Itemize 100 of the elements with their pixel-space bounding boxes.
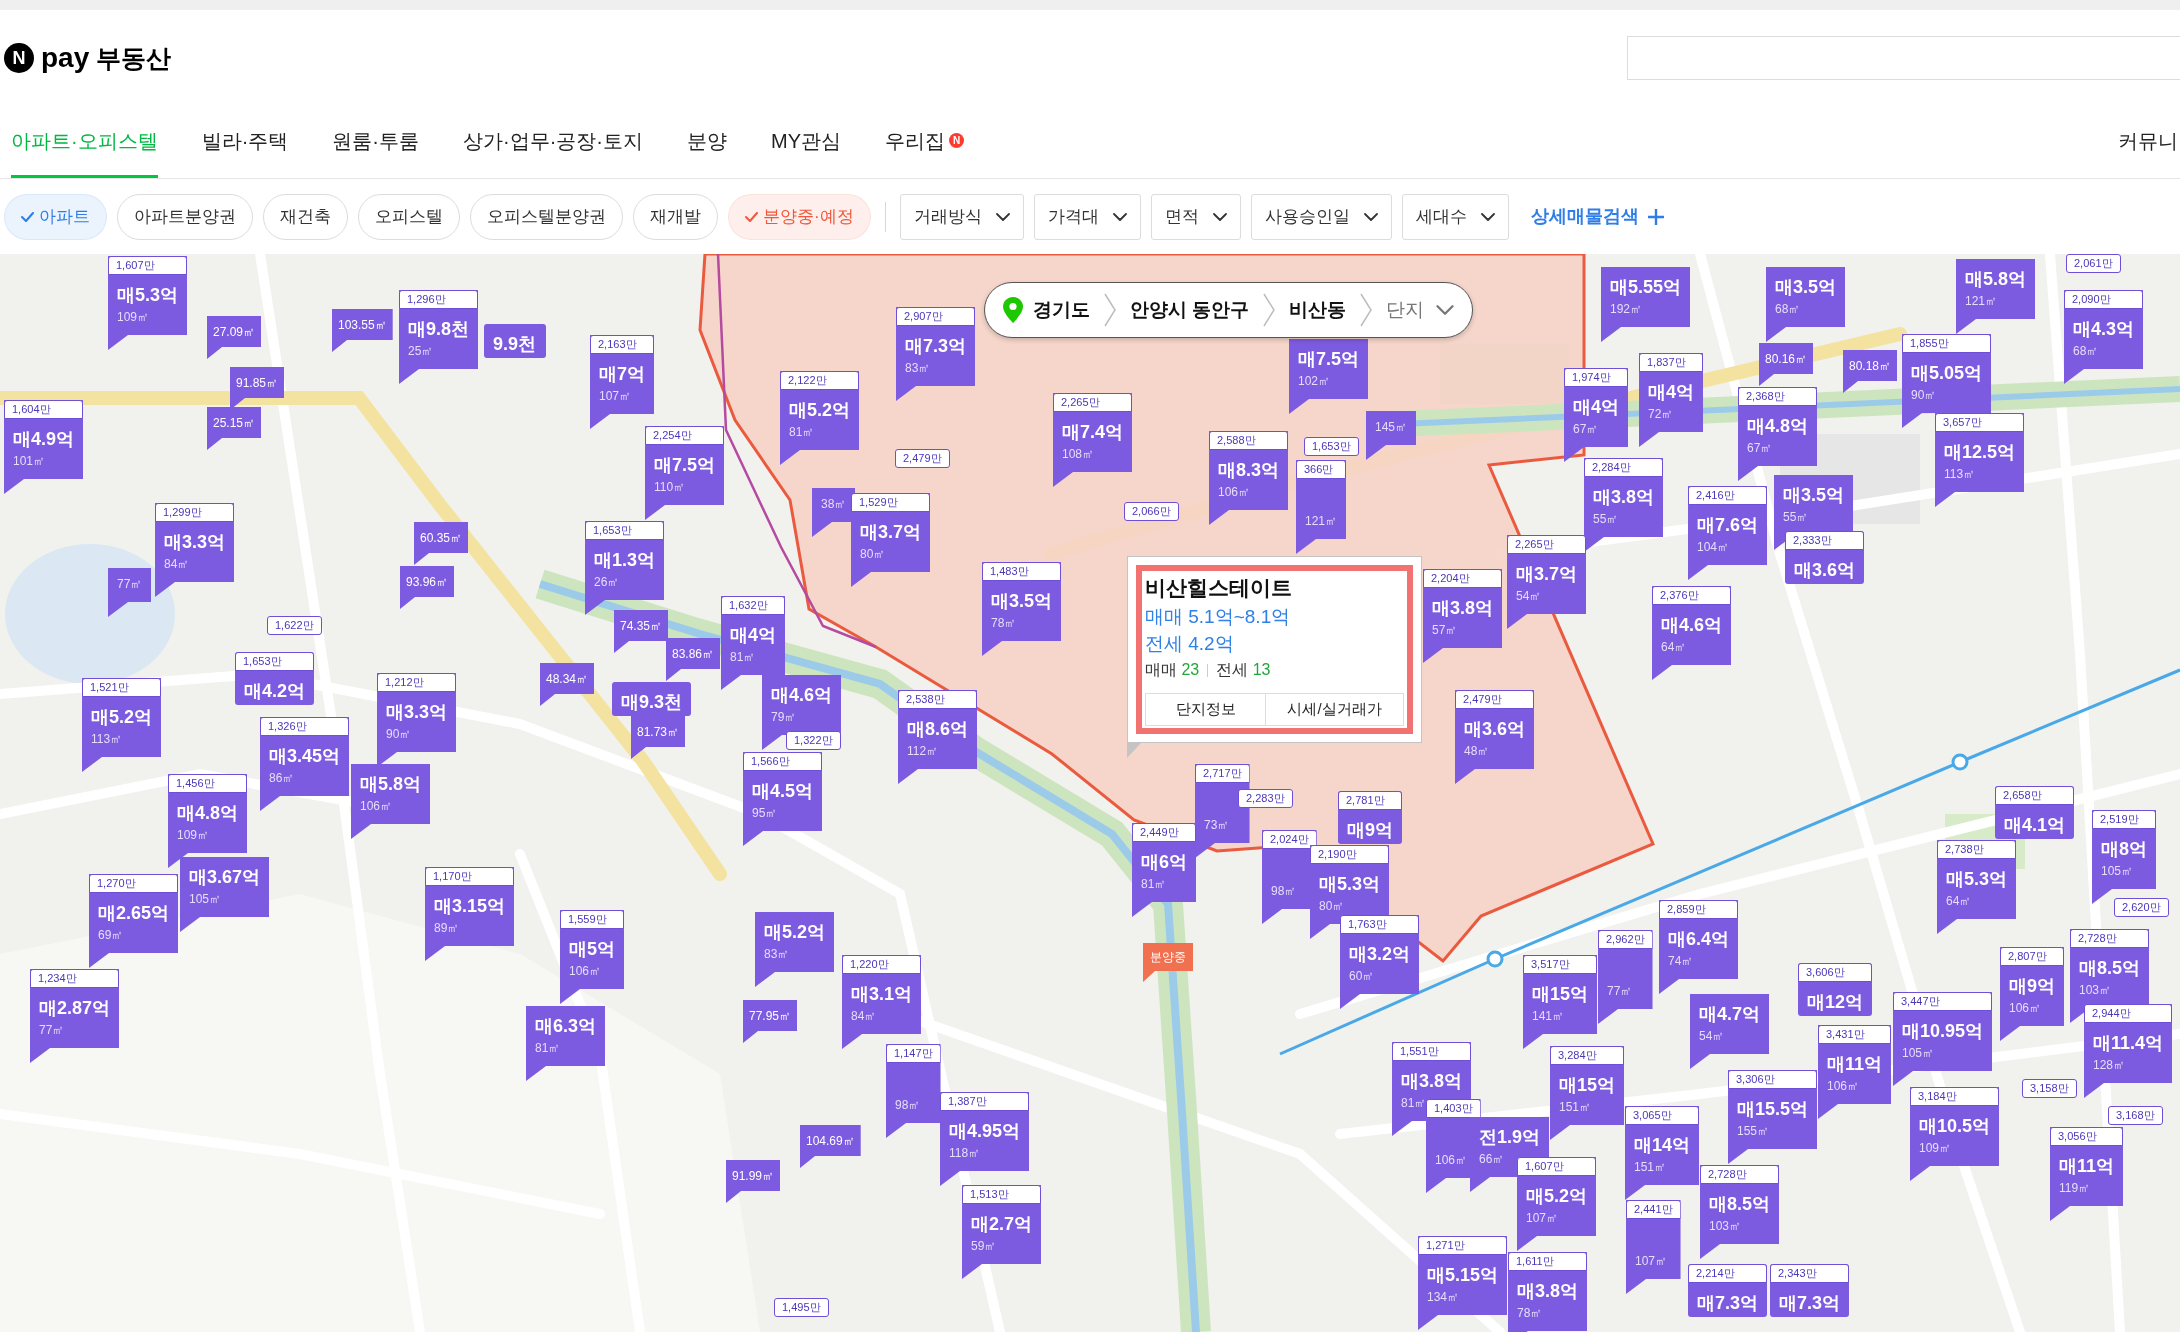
filter-chip[interactable]: 아파트분양권 — [117, 193, 253, 240]
filter-chip[interactable]: 재개발 — [633, 193, 718, 240]
price-text: 매5.8억 — [1965, 268, 2027, 291]
price-text: 매15억 — [1559, 1074, 1616, 1097]
breadcrumb-item[interactable]: 안양시 동안구 — [1130, 295, 1250, 325]
area-text: 64㎡ — [1946, 893, 1972, 910]
price-text: 매3.7억 — [1516, 563, 1578, 586]
popup-button[interactable]: 시세/실거래가 — [1266, 693, 1404, 726]
unit-price-text: 2,214만 — [1696, 1267, 1735, 1280]
area-text: 67㎡ — [1573, 421, 1599, 438]
filter-dropdown[interactable]: 사용승인일 — [1250, 193, 1392, 240]
price-text: 매5.3억 — [1946, 868, 2008, 891]
search-field[interactable] — [1627, 36, 2180, 80]
price-marker[interactable]: 2,781만 매9억 — [1338, 791, 1402, 844]
price-text: 매5.8억 — [360, 773, 422, 796]
price-marker[interactable]: 2,620만 — [2114, 898, 2169, 917]
nav-tab[interactable]: 우리집 N — [885, 106, 964, 178]
price-marker[interactable]: 3,168만 — [2108, 1106, 2163, 1125]
complex-dropdown[interactable]: 단지 — [1386, 295, 1455, 325]
unit-price-text: 2,962만 — [1606, 933, 1645, 946]
area-text: 102㎡ — [1298, 373, 1331, 390]
nav-tab[interactable]: 상가·업무·공장·토지 — [463, 106, 643, 178]
price-text: 매4.95억 — [949, 1120, 1021, 1143]
price-text: 매6.4억 — [1668, 928, 1730, 951]
filter-chip[interactable]: 오피스텔 — [358, 193, 460, 240]
nav-tab[interactable]: 빌라·주택 — [201, 106, 289, 178]
area-text: 48㎡ — [1464, 743, 1490, 760]
chevron-right-icon — [1263, 293, 1276, 327]
nav-tab[interactable]: 분양 — [687, 106, 727, 178]
price-text: 매9억 — [2009, 975, 2055, 998]
unit-price-text: 2,343만 — [1778, 1267, 1817, 1280]
price-marker[interactable]: 2,061만 — [2066, 254, 2121, 273]
area-text: 113㎡ — [1944, 466, 1976, 483]
price-text: 매3.67억 — [189, 866, 261, 889]
price-marker[interactable]: 9.9천 — [484, 324, 546, 358]
unit-price-text: 2,333만 — [1793, 534, 1832, 547]
price-text: 전1.9억 — [1479, 1126, 1541, 1149]
nav-tab[interactable]: 커뮤니 — [2118, 106, 2178, 178]
price-text: 매7.6억 — [1697, 514, 1759, 537]
logo-link[interactable]: N pay 부동산 — [4, 43, 172, 73]
filter-dropdown[interactable]: 면적 — [1150, 193, 1241, 240]
area-text: 145㎡ — [1375, 419, 1408, 436]
filter-dropdown[interactable]: 거래방식 — [899, 193, 1024, 240]
price-marker[interactable]: 3,606만 매12억 — [1798, 963, 1873, 1016]
breadcrumb-item[interactable]: 경기도 — [1033, 295, 1090, 325]
price-marker[interactable]: 2,283만 — [1238, 789, 1293, 808]
unit-price-text: 1,513만 — [970, 1188, 1009, 1201]
popup-button[interactable]: 단지정보 — [1145, 693, 1266, 726]
price-marker[interactable]: 1,495만 — [774, 1298, 829, 1317]
price-marker[interactable]: 2,333만 매3.6억 — [1785, 531, 1865, 584]
sale-price-range: 매매 5.1억~8.1억 — [1145, 605, 1292, 629]
breadcrumb-item[interactable]: 비산동 — [1289, 295, 1347, 325]
area-text: 105㎡ — [189, 891, 222, 908]
nav-tab[interactable]: 원룸·투룸 — [332, 106, 419, 178]
price-marker[interactable]: 1,653만 매4.2억 — [235, 652, 315, 705]
price-marker[interactable]: 2,658만 매4.1억 — [1995, 786, 2075, 839]
area-text: 106㎡ — [1435, 1152, 1468, 1169]
unit-price-text: 1,607만 — [116, 259, 155, 272]
price-marker[interactable]: 1,322만 — [786, 731, 841, 750]
area-text: 103.55㎡ — [338, 316, 387, 333]
price-text: 매10.95억 — [1902, 1020, 1984, 1043]
price-text: 매2.65억 — [98, 902, 170, 925]
nav-tab[interactable]: MY관심 — [771, 106, 841, 178]
filter-dropdown[interactable]: 가격대 — [1033, 193, 1141, 240]
area-text: 141㎡ — [1532, 1008, 1565, 1025]
price-marker[interactable]: 2,066만 — [1124, 502, 1179, 521]
area-text: 84㎡ — [164, 556, 190, 573]
area-text: 55㎡ — [1593, 511, 1619, 528]
price-marker[interactable]: 2,214만 매7.3억 — [1688, 1264, 1768, 1317]
filter-dropdown[interactable]: 세대수 — [1401, 193, 1509, 240]
price-text: 매4.9억 — [13, 428, 75, 451]
area-text: 95㎡ — [752, 805, 778, 822]
area-text: 69㎡ — [98, 927, 124, 944]
area-text: 103㎡ — [1709, 1218, 1742, 1235]
filter-chip[interactable]: 오피스텔분양권 — [470, 193, 623, 240]
price-marker[interactable]: 매9.3천 — [612, 682, 692, 716]
price-marker[interactable]: 1,611만 매3.8억 78㎡ — [1508, 1252, 1588, 1332]
area-text: 105㎡ — [1902, 1045, 1935, 1062]
area-text: 74㎡ — [1668, 953, 1694, 970]
area-text: 48.34㎡ — [546, 670, 589, 687]
price-text: 매4억 — [1648, 381, 1694, 404]
price-text: 매2.87억 — [39, 997, 111, 1020]
filter-chip[interactable]: 아파트 — [4, 193, 107, 240]
price-marker[interactable]: 1,653만 — [1304, 437, 1359, 456]
unit-price-text: 1,529만 — [859, 496, 898, 509]
area-text: 109㎡ — [177, 827, 210, 844]
plus-icon — [1646, 207, 1665, 226]
price-marker[interactable]: 2,479만 — [895, 449, 950, 468]
price-marker[interactable]: 1,622만 — [267, 616, 322, 635]
price-text: 매5.15억 — [1427, 1264, 1499, 1287]
jeonse-price-range: 전세 4.2억 — [1145, 632, 1235, 656]
area-text: 112㎡ — [907, 743, 939, 760]
unit-price-text: 1,495만 — [782, 1301, 821, 1314]
unit-price-text: 2,620만 — [2122, 901, 2161, 914]
price-text: 매3.8억 — [1517, 1280, 1579, 1303]
detail-search-link[interactable]: 상세매물검색 — [1530, 203, 1665, 230]
price-marker[interactable]: 3,158만 — [2022, 1079, 2077, 1098]
filter-chip[interactable]: 재건축 — [263, 193, 348, 240]
unit-price-text: 2,061만 — [2074, 257, 2113, 270]
price-marker[interactable]: 2,343만 매7.3억 — [1770, 1264, 1850, 1317]
